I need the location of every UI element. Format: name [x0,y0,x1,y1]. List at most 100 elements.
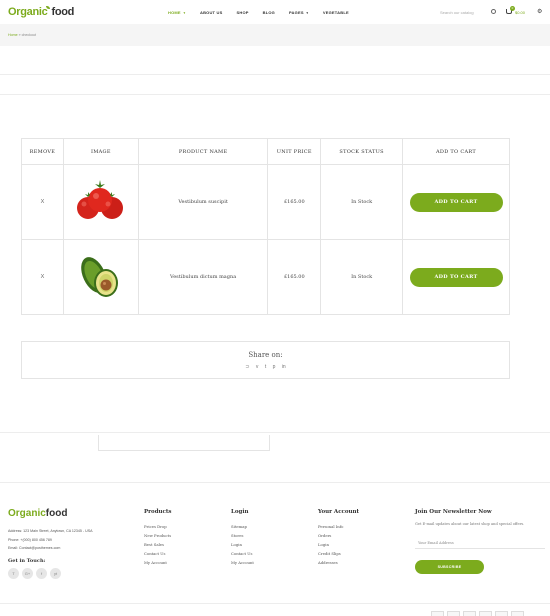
footer-link[interactable]: Credit Slips [318,549,359,558]
newsletter-title: Join Our Newsletter Now [415,509,492,515]
divider [0,94,550,95]
table-row: X Vestibulum dictum magna £165.00 In Sto… [21,239,510,315]
footer-link[interactable]: Contact Us [144,549,172,558]
header-remove: REMOVE [21,138,64,165]
add-to-cart-button[interactable]: ADD TO CART [409,267,503,287]
footer-column-title: Your Account [318,509,360,515]
payment-card-icon [479,611,492,616]
linkedin-icon[interactable]: in [282,364,286,370]
stock-status: In Stock [320,164,404,240]
site-header: Organic food HOME ▼ ABOUT US SHOP BLOG PAG… [0,0,550,24]
footer-link[interactable]: New Products [144,531,172,540]
tumblr-icon[interactable]: t [265,364,266,370]
search-input[interactable]: Search our catalog [440,10,474,15]
leaf-icon [46,6,51,9]
footer-link[interactable]: Login [231,540,254,549]
logo-suffix-text: food [45,508,68,519]
nav-item-home[interactable]: HOME ▼ [168,10,186,15]
header-unit-price: UNIT PRICE [267,138,322,165]
footer-link[interactable]: Sitemap [231,522,254,531]
footer-column-title: Products [144,509,172,515]
social-links: T G+ f yt [8,568,61,579]
wishlist-table: REMOVE IMAGE PRODUCT NAME UNIT PRICE STO… [21,138,510,315]
payment-card-icon [447,611,460,616]
remove-button[interactable]: X [41,199,45,205]
facebook-icon[interactable]: f [36,568,47,579]
nav-label: HOME [168,10,181,15]
logo-main-text: Organic [8,508,46,519]
footer-link[interactable]: Stores [231,531,254,540]
chevron-down-icon: ▼ [182,11,186,15]
table-row: X Vestibulum suscipit £165.00 In Stock A… [21,164,510,240]
nav-item-about[interactable]: ABOUT US [200,10,223,15]
remove-cell: X [21,239,64,315]
footer-link[interactable]: My Account [231,558,254,567]
footer-link[interactable]: Login [318,540,359,549]
pinterest-icon[interactable]: p [273,364,276,370]
share-icons: ⊃ v t p in [22,364,509,370]
add-to-cart-button[interactable]: ADD TO CART [409,192,503,212]
gear-icon[interactable]: ⚙ [537,9,542,15]
get-in-touch-heading: Get in Touch: [8,558,46,564]
chevron-down-icon: ▼ [305,11,309,15]
breadcrumb-home[interactable]: Home [8,33,18,37]
empty-panel [98,435,270,451]
share-title: Share on: [248,351,283,359]
header-product-name: PRODUCT NAME [137,138,269,165]
cart-total[interactable]: $0.00 [515,10,525,15]
footer-link[interactable]: Prices Drop [144,522,172,531]
divider [0,74,550,75]
search-icon[interactable] [491,9,496,14]
footer-column-products: Products Prices Drop New Products Best S… [144,509,172,567]
payment-card-icon [511,611,524,616]
product-name[interactable]: Vestibulum dictum magna [137,239,269,315]
footer-phone: Phone: +(000) 800 456 789 [8,538,52,542]
footer-link[interactable]: Contact Us [231,549,254,558]
footer-logo[interactable]: Organicfood [8,508,67,519]
nav-item-vegetable[interactable]: VEGETABLE [323,10,349,15]
tomatoes-image[interactable] [72,176,130,226]
footer-link[interactable]: Orders [318,531,359,540]
remove-button[interactable]: X [41,274,45,280]
nav-item-shop[interactable]: SHOP [236,10,248,15]
avocado-image[interactable] [72,251,130,301]
google-plus-icon[interactable]: G+ [22,568,33,579]
newsletter-email-input[interactable]: Your Email Address [415,538,545,549]
footer-link[interactable]: Best Sales [144,540,172,549]
divider [0,603,550,604]
unit-price: £165.00 [267,239,322,315]
divider [0,432,550,433]
share-box: Share on: ⊃ v t p in [21,341,510,379]
main-nav: HOME ▼ ABOUT US SHOP BLOG PAGES ▼ VEGETABL… [168,10,363,15]
payment-card-icon [463,611,476,616]
subscribe-button[interactable]: SUBSCRIBE [415,560,484,574]
footer-email[interactable]: Email: Contact@posthemes.com [8,546,60,550]
footer-link[interactable]: Addresses [318,558,359,567]
footer-column-your-account: Your Account Personal Info Orders Login … [318,509,359,567]
logo-suffix-text: food [51,6,75,18]
product-name[interactable]: Vestibulum suscipit [137,164,269,240]
nav-label: PAGES [288,10,304,15]
rss-icon[interactable]: ⊃ [245,364,249,370]
header-image: IMAGE [62,138,139,165]
breadcrumb: Home » checkout [8,33,36,37]
payment-card-icon [431,611,444,616]
site-logo[interactable]: Organic food [8,6,74,18]
youtube-icon[interactable]: yt [50,568,61,579]
payment-icons [431,611,524,616]
header-stock-status: STOCK STATUS [320,138,404,165]
divider [0,482,550,483]
logo-main-text: Organic [8,6,48,18]
nav-item-blog[interactable]: BLOG [263,10,275,15]
footer-link[interactable]: My Account [144,558,172,567]
payment-card-icon [495,611,508,616]
footer-address: Address: 123 Main Street, Anytown, CA 12… [8,529,93,533]
nav-item-pages[interactable]: PAGES ▼ [289,10,309,15]
footer-link[interactable]: Personal Info [318,522,359,531]
breadcrumb-bar: Home » checkout [0,24,550,46]
image-cell [62,239,139,315]
table-header-row: REMOVE IMAGE PRODUCT NAME UNIT PRICE STO… [21,138,510,165]
vimeo-icon[interactable]: v [256,364,259,370]
twitter-icon[interactable]: T [8,568,19,579]
newsletter-text: Get E-mail updates about our latest shop… [415,522,525,526]
